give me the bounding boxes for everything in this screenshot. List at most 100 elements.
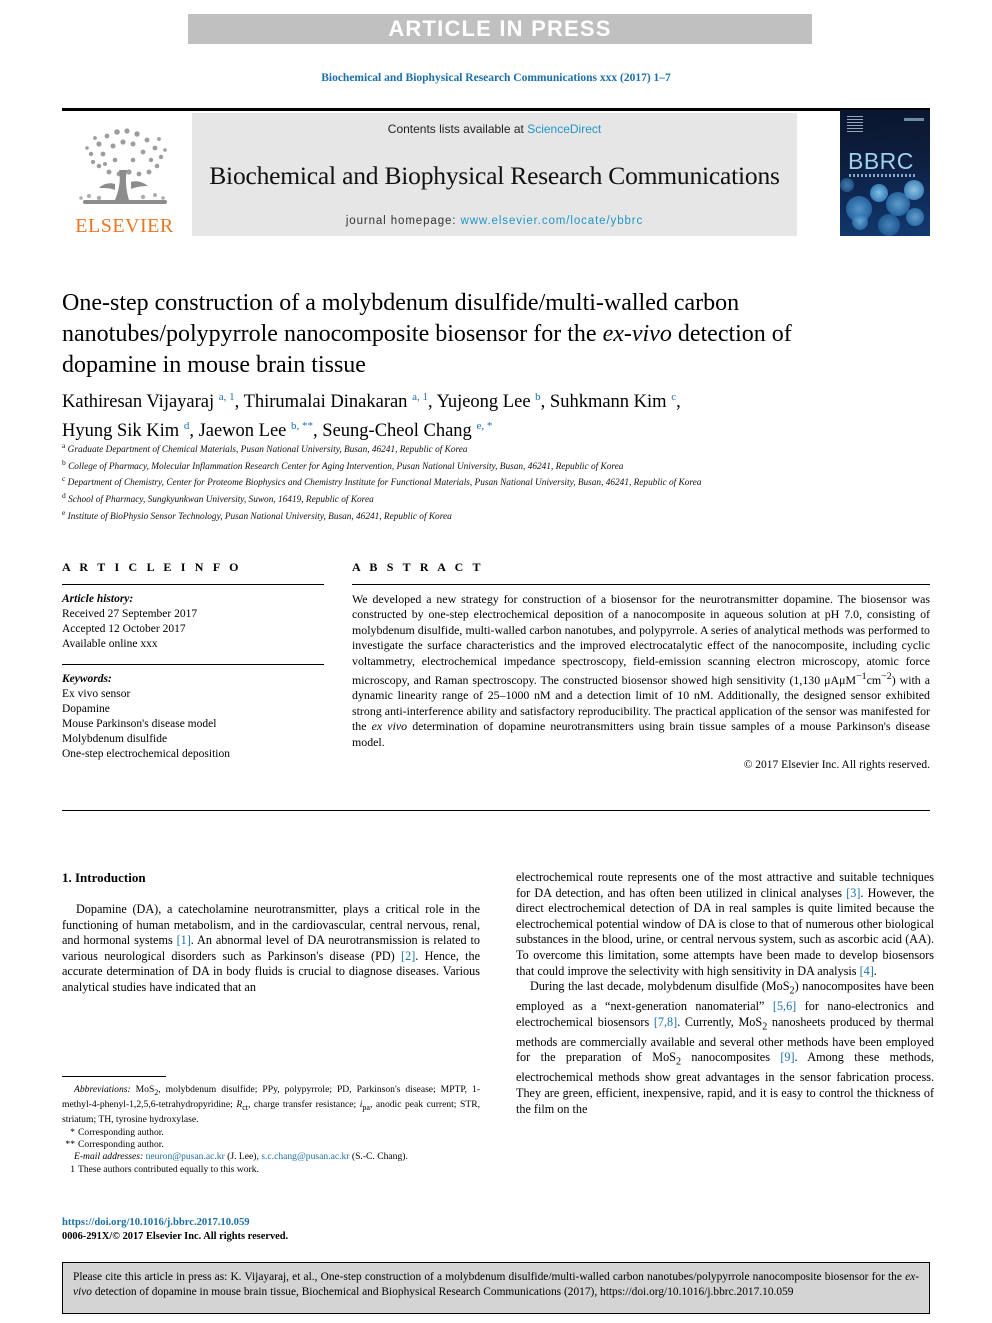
abbreviations-label: Abbreviations: xyxy=(74,1084,131,1095)
cover-bokeh xyxy=(852,214,868,230)
abstract-body: We developed a new strategy for construc… xyxy=(352,592,930,750)
body-left-column: 1. Introduction Dopamine (DA), a catecho… xyxy=(62,870,480,996)
cover-elsevier-tree-icon xyxy=(847,116,863,132)
sensitivity-unit: μAμM xyxy=(824,673,857,687)
citation-reference[interactable]: [9] xyxy=(780,1050,794,1064)
body-right-column: electrochemical route represents one of … xyxy=(516,870,934,1117)
info-block-bottom-rule xyxy=(62,810,930,811)
citation-reference[interactable]: [7,8] xyxy=(654,1015,677,1029)
footnote-separator-rule xyxy=(62,1076,166,1077)
paragraph: During the last decade, molybdenum disul… xyxy=(516,979,934,1117)
corresponding-author-footnote: * Corresponding author. xyxy=(62,1127,480,1139)
affiliation-marker: b xyxy=(62,457,66,467)
title-text-italic: ex-vivo xyxy=(602,321,672,347)
journal-homepage-line: journal homepage: www.elsevier.com/locat… xyxy=(346,215,643,227)
issn-copyright-line: 0006-291X/© 2017 Elsevier Inc. All right… xyxy=(62,1230,289,1242)
article-in-press-label: ARTICLE IN PRESS xyxy=(388,16,612,41)
author-name: , Thirumalai Dinakaran xyxy=(234,392,413,413)
keyword-item: Ex vivo sensor xyxy=(62,688,131,700)
article-history-label: Article history: xyxy=(62,593,134,605)
symbol-subscript: pa xyxy=(362,1103,370,1113)
paragraph: Dopamine (DA), a catecholamine neurotran… xyxy=(62,902,480,996)
cite-text-part-a: Please cite this article in press as: K.… xyxy=(73,1271,906,1283)
journal-title: Biochemical and Biophysical Research Com… xyxy=(209,160,780,190)
author-name: , Suhkmann Kim xyxy=(540,392,672,413)
email-footnote: E-mail addresses: neuron@pusan.ac.kr (J.… xyxy=(62,1151,480,1163)
paragraph-text: During the last decade, molybdenum disul… xyxy=(530,979,790,994)
author-separator: , xyxy=(676,392,681,413)
author-name: Kathiresan Vijayaraj xyxy=(62,392,219,413)
keyword-item: Mouse Parkinson's disease model xyxy=(62,718,217,730)
journal-homepage-link[interactable]: www.elsevier.com/locate/ybbrc xyxy=(460,215,643,227)
doi-link[interactable]: https://doi.org/10.1016/j.bbrc.2017.10.0… xyxy=(62,1216,480,1230)
author-name: , Jaewon Lee xyxy=(189,421,292,442)
paragraph-text: nanocomposites xyxy=(681,1050,781,1065)
keyword-item: Molybdenum disulfide xyxy=(62,733,168,745)
article-info-rule xyxy=(62,584,324,585)
citation-reference[interactable]: [2] xyxy=(401,949,415,963)
affiliation-marker: d xyxy=(62,491,66,501)
cover-bokeh xyxy=(878,214,900,236)
sciencedirect-link[interactable]: ScienceDirect xyxy=(527,122,601,136)
abstract-heading: A B S T R A C T xyxy=(352,560,484,574)
author-affiliation-marker: e, * xyxy=(476,420,493,433)
abstract-rule xyxy=(352,584,930,585)
keywords-label: Keywords: xyxy=(62,673,112,685)
running-journal-citation: Biochemical and Biophysical Research Com… xyxy=(321,72,671,84)
keyword-item: Dopamine xyxy=(62,703,110,715)
citation-reference[interactable]: [1] xyxy=(177,933,191,947)
abbreviations-footnote: Abbreviations: MoS2, molybdenum disulfid… xyxy=(62,1084,480,1127)
abbreviations-text: , charge transfer resistance; xyxy=(247,1099,360,1111)
footnote-marker: 1 xyxy=(70,1163,75,1175)
cover-subtitle-rule xyxy=(849,174,917,177)
affiliation-item: d School of Pharmacy, Sungkyunkwan Unive… xyxy=(62,490,892,507)
elsevier-tree-icon xyxy=(69,122,181,214)
section-heading-introduction: 1. Introduction xyxy=(62,870,146,885)
article-history-item: Accepted 12 October 2017 xyxy=(62,623,186,635)
affiliation-marker: e xyxy=(62,507,66,517)
author-name: , Yujeong Lee xyxy=(427,392,536,413)
cover-bokeh xyxy=(840,178,854,192)
elsevier-logo: ELSEVIER xyxy=(62,113,187,236)
sensitivity-exponent: −1 xyxy=(856,671,867,683)
footnote-marker: ** xyxy=(65,1139,75,1150)
article-first-page: ARTICLE IN PRESS Biochemical and Biophys… xyxy=(0,0,992,1323)
article-history-item: Received 27 September 2017 xyxy=(62,608,198,620)
affiliation-item: c Department of Chemistry, Center for Pr… xyxy=(62,473,892,490)
sensitivity-area-exponent: −2 xyxy=(881,671,892,683)
article-info-heading: A R T I C L E I N F O xyxy=(62,560,242,574)
affiliation-item: a Graduate Department of Chemical Materi… xyxy=(62,440,892,457)
abstract-part-c: determination of dopamine neurotransmitt… xyxy=(352,719,930,749)
homepage-prefix: journal homepage: xyxy=(345,215,461,227)
citation-reference[interactable]: [3] xyxy=(846,886,860,900)
footnote-text: Corresponding author. xyxy=(78,1126,164,1138)
affiliation-text: School of Pharmacy, Sungkyunkwan Univers… xyxy=(68,495,374,506)
affiliation-marker: a xyxy=(62,441,66,450)
citation-reference[interactable]: [4] xyxy=(860,964,874,978)
article-info-column: A R T I C L E I N F O Article history: R… xyxy=(62,560,324,762)
cover-bokeh xyxy=(870,184,888,202)
footnote-text: Corresponding author. xyxy=(78,1139,164,1150)
affiliation-item: e Institute of BioPhysio Sensor Technolo… xyxy=(62,507,892,524)
article-in-press-banner: ARTICLE IN PRESS xyxy=(188,14,812,44)
sensitivity-area-unit: cm xyxy=(866,673,882,687)
paragraph-text: . Currently, MoS xyxy=(677,1014,763,1029)
contents-lists-line: Contents lists available at ScienceDirec… xyxy=(388,122,601,136)
email-owner: (S.-C. Chang). xyxy=(349,1151,408,1163)
article-history-item: Available online xxx xyxy=(62,638,158,650)
citation-reference[interactable]: [5,6] xyxy=(773,999,796,1013)
abbreviations-text: MoS xyxy=(130,1084,155,1095)
doi-issn-block: https://doi.org/10.1016/j.bbrc.2017.10.0… xyxy=(62,1216,480,1243)
masthead-center-panel: Contents lists available at ScienceDirec… xyxy=(192,113,797,236)
email-link[interactable]: s.c.chang@pusan.ac.kr xyxy=(261,1151,349,1162)
masthead-top-rule xyxy=(62,108,930,111)
email-link[interactable]: neuron@pusan.ac.kr xyxy=(146,1151,225,1162)
abstract-copyright: © 2017 Elsevier Inc. All rights reserved… xyxy=(743,759,930,772)
cite-text-part-b: detection of dopamine in mouse brain tis… xyxy=(91,1285,794,1298)
footnote-text: These authors contributed equally to thi… xyxy=(78,1163,259,1175)
footnote-marker: * xyxy=(70,1126,75,1138)
affiliation-text: College of Pharmacy, Molecular Inflammat… xyxy=(68,461,624,472)
cover-wordmark: BBRC xyxy=(848,148,914,174)
author-list: Kathiresan Vijayaraj a, 1, Thirumalai Di… xyxy=(62,385,892,443)
article-title: One-step construction of a molybdenum di… xyxy=(62,288,852,381)
